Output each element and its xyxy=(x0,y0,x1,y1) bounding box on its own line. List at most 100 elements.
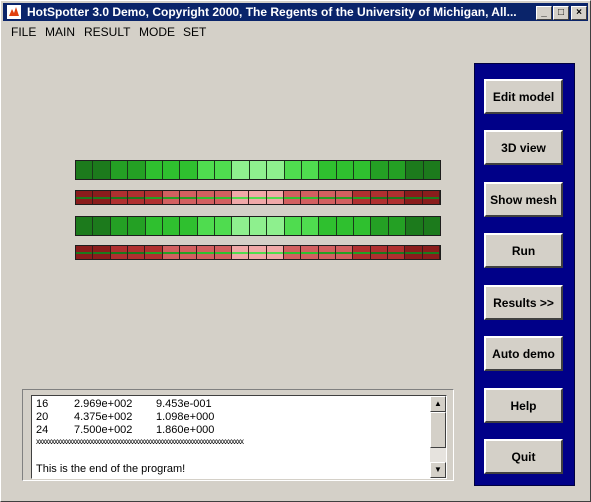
console-scrollbar[interactable]: ▲ ▼ xyxy=(430,396,446,478)
mesh-cell xyxy=(127,191,146,204)
mesh-cell xyxy=(422,191,440,204)
mesh-cell xyxy=(249,191,267,204)
mesh-cell xyxy=(370,246,388,259)
mesh-cell xyxy=(249,246,267,259)
mesh-cell xyxy=(387,191,406,204)
console-row: 16 2.969e+002 9.453e-001 xyxy=(36,398,426,411)
quit-button[interactable]: Quit xyxy=(484,439,563,474)
mesh-cell xyxy=(93,217,111,235)
mesh-cell xyxy=(335,246,354,259)
mesh-cell xyxy=(180,217,198,235)
console-row: 20 4.375e+002 1.098e+000 xyxy=(36,411,426,424)
console-text: 16 2.969e+002 9.453e-001 20 4.375e+002 1… xyxy=(36,398,426,476)
end-message: This is the end of the program! xyxy=(36,463,186,475)
mesh-cell xyxy=(353,191,371,204)
mesh-cell xyxy=(283,191,302,204)
menu-main[interactable]: MAIN xyxy=(45,25,75,40)
mesh-cell xyxy=(301,217,320,235)
mesh-cell xyxy=(387,246,406,259)
mesh-cell xyxy=(354,217,372,235)
mesh-cell xyxy=(249,217,268,235)
run-button[interactable]: Run xyxy=(484,233,563,268)
mesh-cell xyxy=(336,161,354,179)
mesh-cell xyxy=(215,161,233,179)
mesh-strip-bottom-green xyxy=(75,216,441,236)
mesh-cell xyxy=(319,217,337,235)
menu-mode[interactable]: MODE xyxy=(139,25,175,40)
auto-demo-button[interactable]: Auto demo xyxy=(484,336,563,371)
menu-bar: FILE MAIN RESULT MODE SET xyxy=(3,23,588,42)
mesh-cell xyxy=(423,217,440,235)
row-index: 16 xyxy=(36,398,49,410)
mesh-cell xyxy=(336,217,354,235)
mesh-cell xyxy=(214,191,232,204)
mesh-cell xyxy=(423,161,440,179)
mesh-cell xyxy=(179,246,198,259)
mesh-cell xyxy=(145,191,163,204)
minimize-icon[interactable]: _ xyxy=(536,6,552,20)
menu-file[interactable]: FILE xyxy=(11,25,36,40)
mesh-cell xyxy=(318,191,336,204)
row-value-a: 7.500e+002 xyxy=(74,424,133,436)
mesh-strip-bottom-red xyxy=(75,245,441,260)
edit-model-button[interactable]: Edit model xyxy=(484,79,563,114)
mesh-cell xyxy=(76,161,94,179)
mesh-cell xyxy=(318,246,336,259)
mesh-cell xyxy=(406,217,424,235)
mesh-cell xyxy=(110,161,129,179)
row-value-b: 1.860e+000 xyxy=(156,424,215,436)
mesh-cell xyxy=(110,246,128,259)
scroll-thumb[interactable] xyxy=(430,412,446,448)
mesh-cell xyxy=(93,246,111,259)
close-icon[interactable]: × xyxy=(571,6,587,20)
mesh-cell xyxy=(267,161,285,179)
mesh-cell xyxy=(145,217,163,235)
mesh-cell xyxy=(76,246,94,259)
row-value-b: 9.453e-001 xyxy=(156,398,212,410)
mesh-cell xyxy=(371,217,389,235)
scroll-up-icon[interactable]: ▲ xyxy=(430,396,446,412)
mesh-cell xyxy=(128,161,146,179)
mesh-cell xyxy=(353,246,371,259)
mesh-cell xyxy=(179,191,198,204)
mesh-cell xyxy=(197,217,215,235)
mesh-cell xyxy=(162,246,180,259)
mesh-cell xyxy=(301,161,320,179)
mesh-cell xyxy=(162,217,181,235)
mesh-cell xyxy=(284,161,302,179)
menu-set[interactable]: SET xyxy=(183,25,206,40)
mesh-cell xyxy=(335,191,354,204)
mesh-cell xyxy=(128,217,146,235)
mesh-cell xyxy=(405,246,423,259)
mesh-cell xyxy=(93,191,111,204)
app-window: HotSpotter 3.0 Demo, Copyright 2000, The… xyxy=(0,0,591,502)
window-title: HotSpotter 3.0 Demo, Copyright 2000, The… xyxy=(27,5,517,19)
mesh-strip-top-red xyxy=(75,190,441,205)
3d-view-button[interactable]: 3D view xyxy=(484,130,563,165)
mesh-cell xyxy=(162,161,181,179)
help-button[interactable]: Help xyxy=(484,388,563,423)
maximize-icon[interactable]: □ xyxy=(553,6,569,20)
mesh-cell xyxy=(406,161,424,179)
mesh-cell xyxy=(266,191,284,204)
mesh-cell xyxy=(215,217,233,235)
mesh-cell xyxy=(371,161,389,179)
menu-result[interactable]: RESULT xyxy=(84,25,130,40)
mesh-cell xyxy=(301,246,319,259)
show-mesh-button[interactable]: Show mesh xyxy=(484,182,563,217)
mesh-cell xyxy=(127,246,146,259)
console-row: 24 7.500e+002 1.860e+000 xyxy=(36,424,426,437)
mesh-cell xyxy=(180,161,198,179)
mesh-cell xyxy=(266,246,284,259)
button-panel: Edit model 3D view Show mesh Run Results… xyxy=(474,63,575,486)
mesh-cell xyxy=(422,246,440,259)
results-button[interactable]: Results >> xyxy=(484,285,563,320)
row-index: 24 xyxy=(36,424,49,436)
output-console[interactable]: 16 2.969e+002 9.453e-001 20 4.375e+002 1… xyxy=(31,395,447,479)
mesh-cell xyxy=(231,191,250,204)
scroll-down-icon[interactable]: ▼ xyxy=(430,462,446,478)
title-bar[interactable]: HotSpotter 3.0 Demo, Copyright 2000, The… xyxy=(3,3,588,21)
mesh-cell xyxy=(110,217,129,235)
mesh-cell xyxy=(197,161,215,179)
